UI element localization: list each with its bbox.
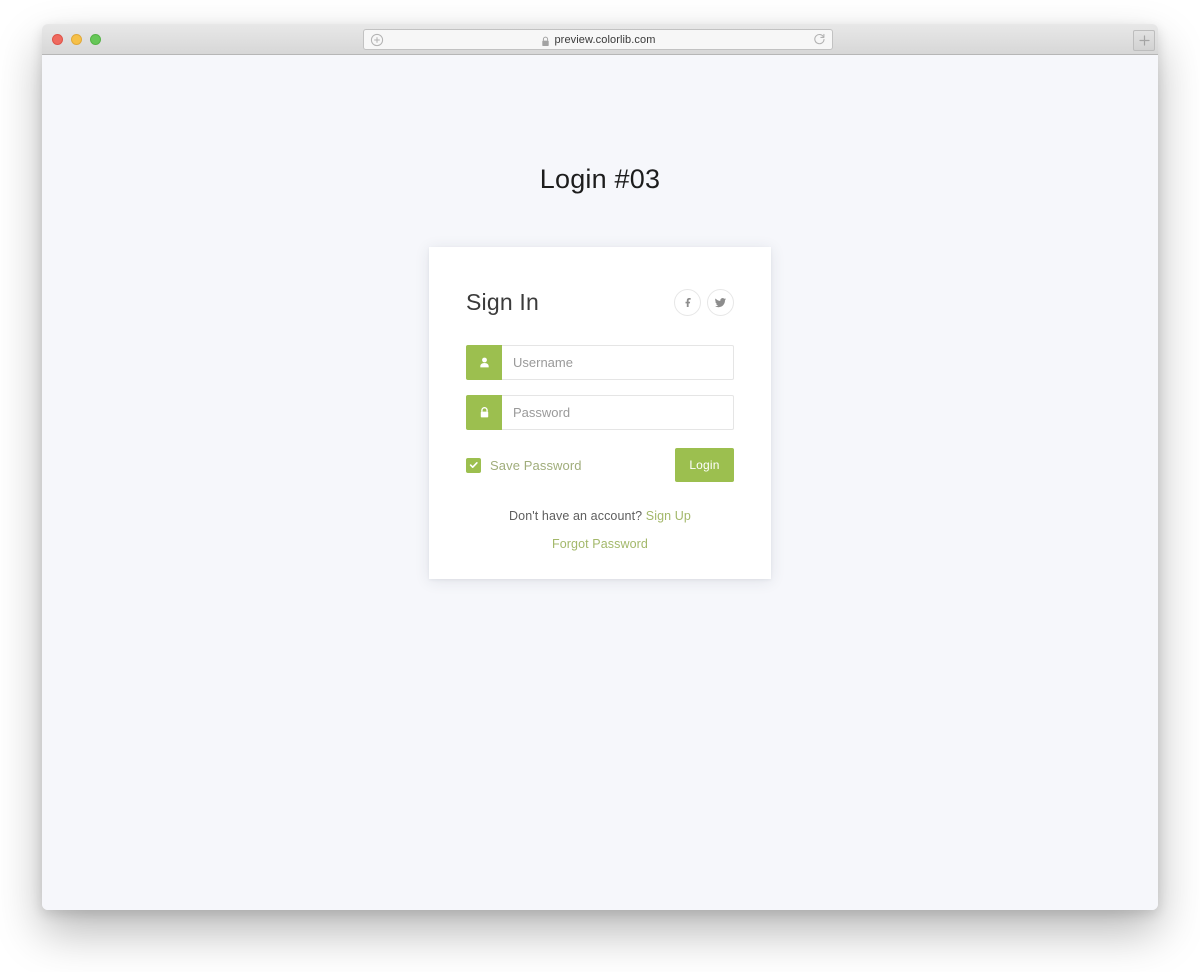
- form-actions-row: Save Password Login: [466, 448, 734, 482]
- save-password-label: Save Password: [490, 457, 582, 473]
- reload-icon[interactable]: [813, 33, 826, 46]
- sign-up-link[interactable]: Sign Up: [646, 509, 691, 523]
- maximize-window-button[interactable]: [90, 34, 101, 45]
- lock-icon: [541, 34, 550, 46]
- social-login-row: [674, 288, 734, 316]
- username-field-group: [466, 345, 734, 380]
- minimize-window-button[interactable]: [71, 34, 82, 45]
- card-footer: Don't have an account? Sign Up Forgot Pa…: [466, 509, 734, 553]
- login-button[interactable]: Login: [675, 448, 734, 482]
- twitter-login-button[interactable]: [707, 288, 734, 316]
- browser-window: preview.colorlib.com Login #03 Sign In U…: [42, 24, 1158, 910]
- browser-titlebar: preview.colorlib.com: [42, 24, 1158, 55]
- page-viewport: Login #03 Sign In Username Save Password…: [42, 55, 1158, 910]
- lock-icon: [466, 395, 502, 430]
- signup-prompt-text: Don't have an account?: [509, 509, 643, 523]
- password-field-group: [466, 395, 734, 430]
- page-title: Login #03: [539, 164, 661, 194]
- twitter-icon: [714, 297, 727, 307]
- address-bar[interactable]: preview.colorlib.com: [363, 29, 833, 50]
- checkbox-checked-icon[interactable]: [466, 457, 481, 473]
- new-tab-button[interactable]: [1133, 30, 1155, 51]
- signup-prompt: Don't have an account? Sign Up: [466, 509, 734, 523]
- save-password-checkbox[interactable]: Save Password: [466, 457, 582, 473]
- login-card: Sign In Username Save Password Login Don…: [429, 247, 771, 579]
- window-controls: [52, 34, 101, 45]
- url-text: preview.colorlib.com: [554, 33, 656, 46]
- password-input[interactable]: [502, 395, 734, 430]
- facebook-icon: [685, 298, 691, 307]
- facebook-login-button[interactable]: [674, 288, 701, 316]
- card-header: Sign In: [466, 285, 734, 319]
- forgot-password-link[interactable]: Forgot Password: [552, 537, 648, 551]
- address-bar-content: preview.colorlib.com: [384, 34, 813, 46]
- close-window-button[interactable]: [52, 34, 63, 45]
- username-input[interactable]: [502, 345, 734, 380]
- sign-in-heading: Sign In: [466, 288, 540, 315]
- user-icon: [466, 345, 502, 380]
- plus-icon: [1138, 35, 1150, 46]
- compass-icon[interactable]: [370, 33, 384, 47]
